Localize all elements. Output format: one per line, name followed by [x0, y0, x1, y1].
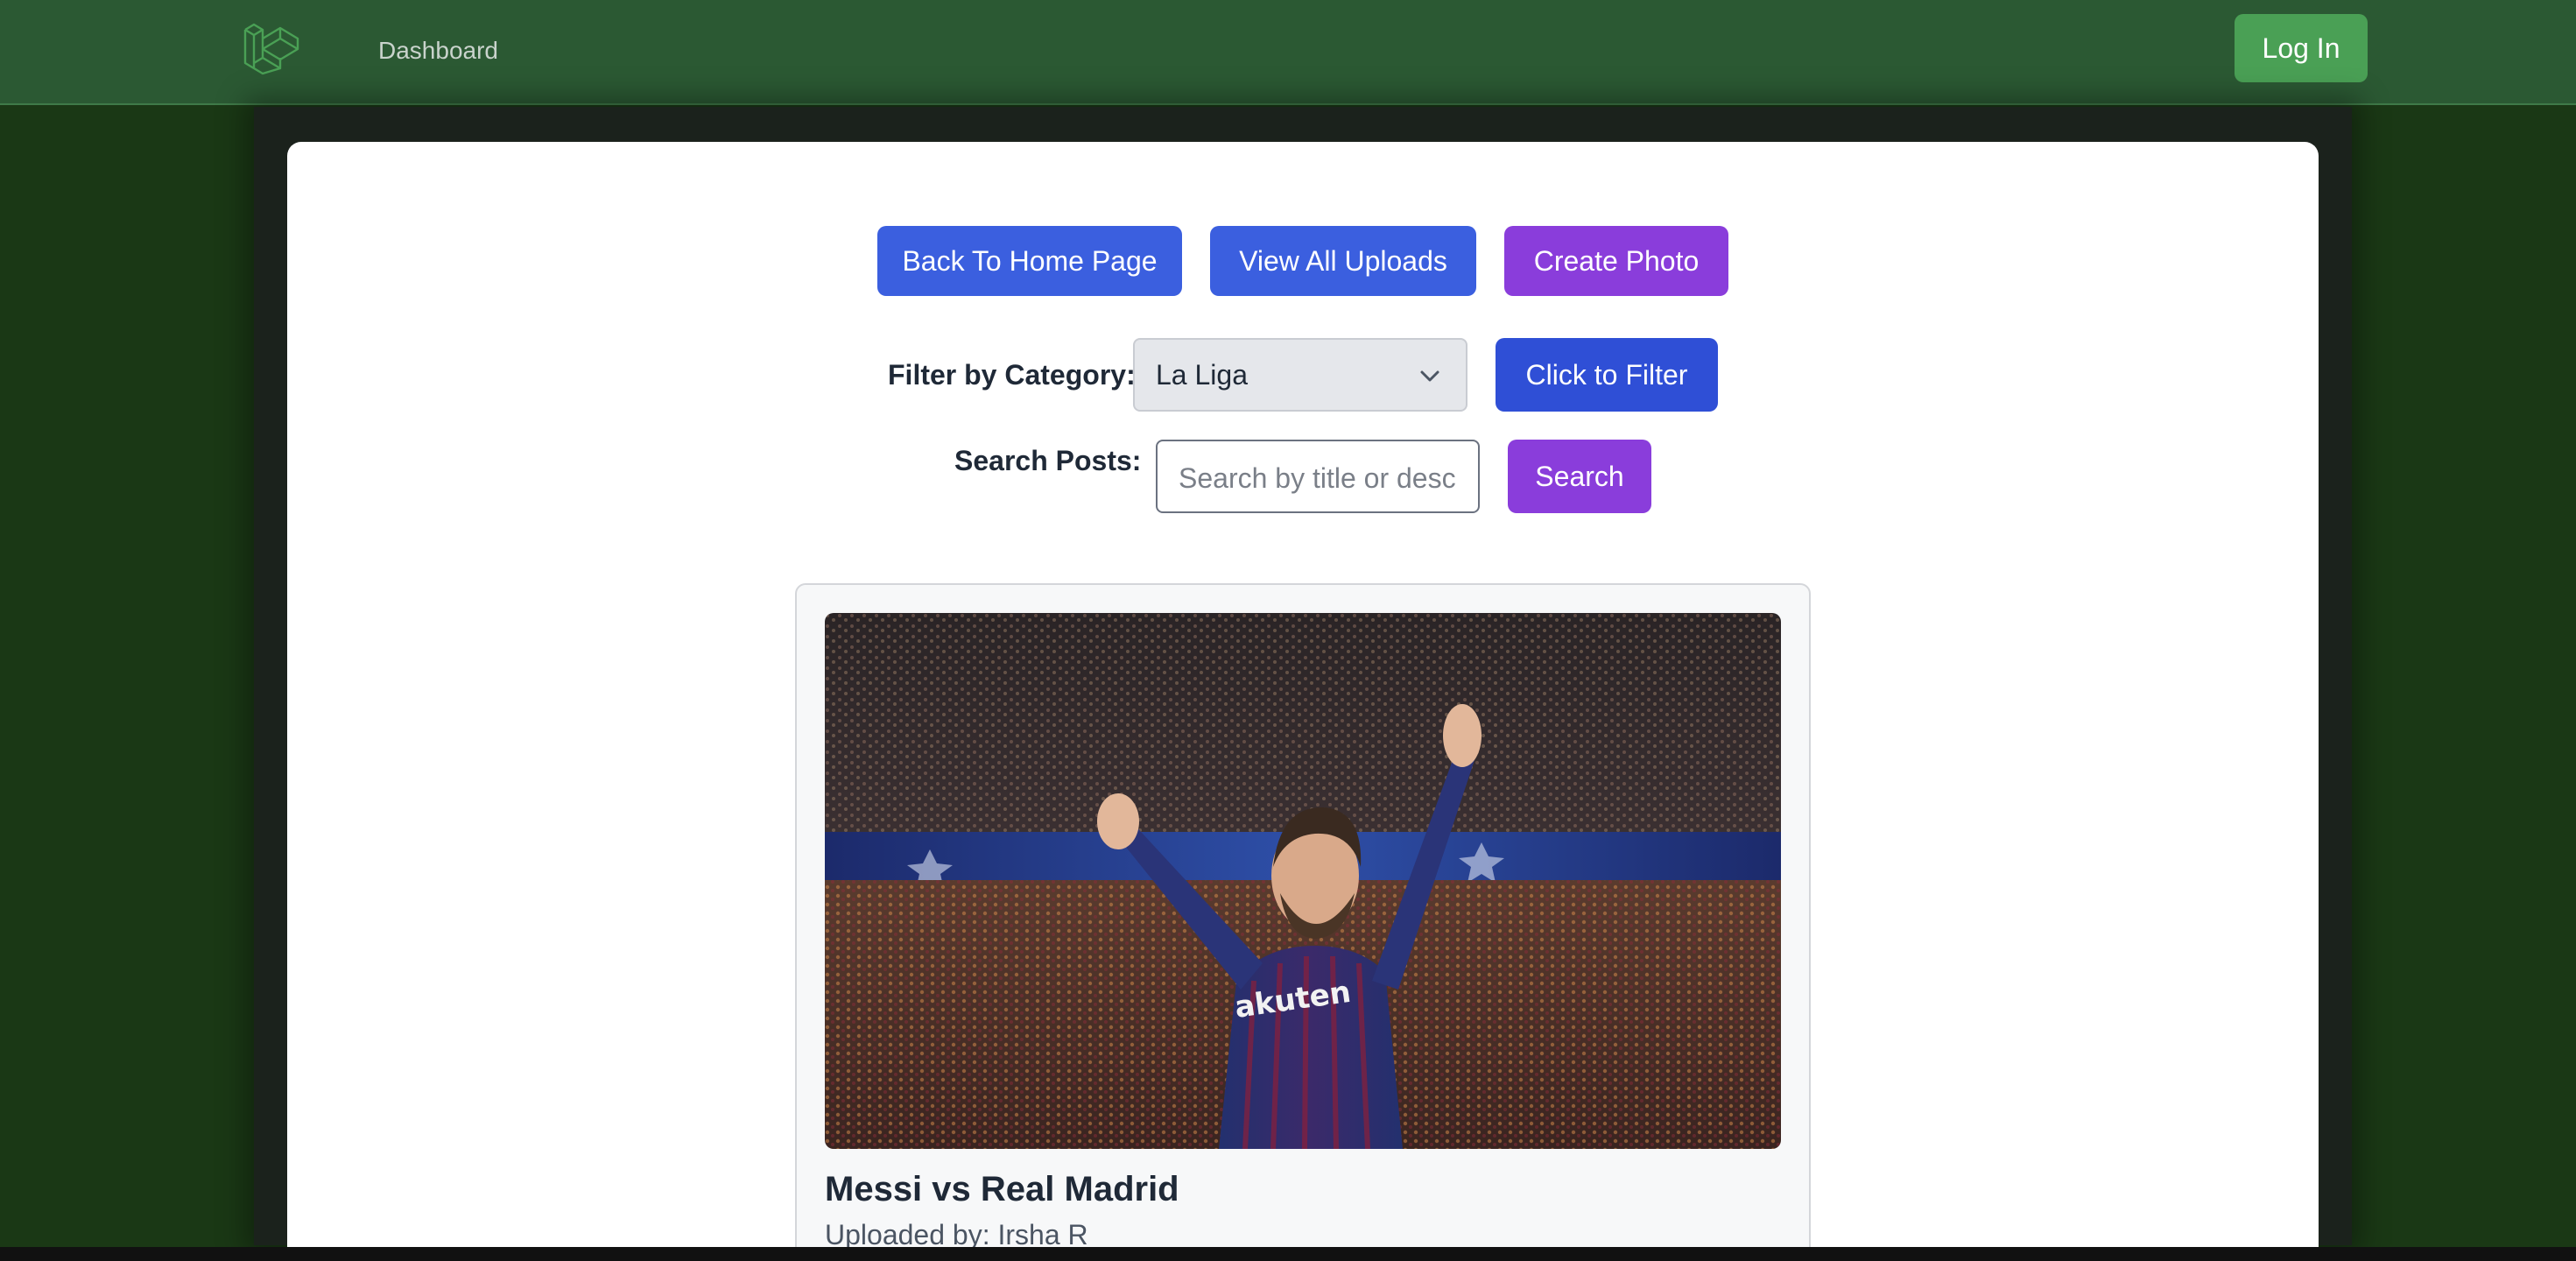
search-input[interactable]: Search by title or desc [1156, 440, 1480, 513]
back-home-button[interactable]: Back To Home Page [877, 226, 1182, 296]
login-button[interactable]: Log In [2235, 14, 2368, 82]
photo-icon: akuten [825, 613, 1781, 1149]
post-photo[interactable]: akuten [825, 613, 1781, 1149]
create-photo-button[interactable]: Create Photo [1504, 226, 1728, 296]
search-button[interactable]: Search [1508, 440, 1651, 513]
post-card[interactable]: akuten Messi vs Real Madrid Uploaded by:… [795, 583, 1811, 1261]
top-navbar: Dashboard Log In [0, 0, 2576, 105]
chevron-down-icon [1420, 370, 1439, 382]
category-select[interactable]: La Liga [1133, 338, 1467, 412]
filter-label: Filter by Category: [888, 359, 1136, 391]
post-title[interactable]: Messi vs Real Madrid [825, 1166, 1179, 1212]
category-selected-value: La Liga [1156, 359, 1248, 391]
search-label: Search Posts: [954, 445, 1142, 476]
nav-dashboard-link[interactable]: Dashboard [378, 35, 498, 67]
bottom-strip [0, 1247, 2576, 1261]
laravel-logo-icon[interactable] [242, 19, 301, 79]
view-uploads-button[interactable]: View All Uploads [1210, 226, 1476, 296]
search-placeholder: Search by title or desc [1179, 462, 1456, 494]
filter-button[interactable]: Click to Filter [1496, 338, 1718, 412]
